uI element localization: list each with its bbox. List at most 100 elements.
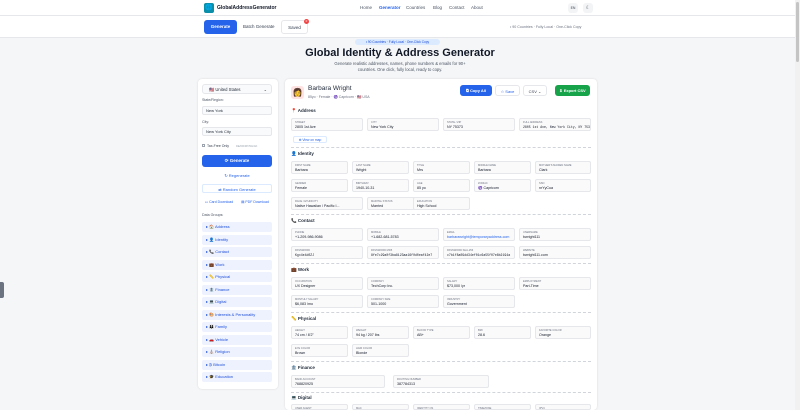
generate-button-label: Generate	[229, 158, 250, 163]
field-street[interactable]: Street 2805 1st Ave	[291, 118, 363, 131]
field-race[interactable]: Race / Ethnicity Native Hawaiian / Pacifi…	[291, 197, 363, 210]
field-blood-type[interactable]: Blood Type AB+	[413, 326, 470, 339]
regenerate-button[interactable]: ↻ Regenerate	[202, 171, 272, 180]
section-identity-title: 👤 Identity	[291, 151, 314, 157]
group-contact[interactable]: ▸ 📞 Contact	[202, 247, 272, 257]
side-feedback-tab[interactable]	[0, 282, 4, 298]
copy-all-button[interactable]: ⧉ Copy All	[460, 85, 492, 96]
group-interests[interactable]: ▸ 🎨 Interests & Personality	[202, 310, 272, 320]
checkbox-box[interactable]	[202, 144, 205, 147]
csv-format-select[interactable]: CSV ⌄	[523, 85, 547, 96]
section-digital-title: 💻 Digital	[291, 395, 312, 401]
graduation-cap-icon: 🎓	[209, 374, 215, 379]
field-bmi[interactable]: BMI 28.6	[474, 326, 531, 339]
field-birthday[interactable]: Birthday 1940-10-31	[352, 179, 409, 192]
nav-about[interactable]: About	[471, 5, 483, 10]
nav-contact[interactable]: Contact	[449, 5, 465, 10]
field-email[interactable]: Email barbarawright@temporaryaddress.com	[443, 228, 515, 241]
country-value: United States	[215, 87, 241, 92]
group-work[interactable]: ▸ 💼 Work	[202, 260, 272, 270]
nav-blog[interactable]: Blog	[433, 5, 442, 10]
field-label: Zodiac	[478, 181, 488, 185]
field-education[interactable]: Education High School	[413, 197, 470, 210]
language-switch[interactable]: EN	[568, 3, 578, 13]
field-gender[interactable]: Gender Female	[291, 179, 348, 192]
field-eye-color[interactable]: Eye Color Brown	[291, 344, 348, 357]
group-digital[interactable]: ▸ 💻 Digital	[202, 297, 272, 307]
field-occupation[interactable]: Occupation UX Designer	[291, 277, 363, 290]
field-full-address[interactable]: Full Address 2805 1st Ave, New York City,…	[519, 118, 591, 131]
field-age[interactable]: Age 85 yo	[413, 179, 470, 192]
field-first-name[interactable]: First Name Barbara	[291, 161, 348, 174]
save-button[interactable]: ☆ Save	[495, 85, 520, 96]
field-company[interactable]: Company TechCorp Inc.	[367, 277, 439, 290]
nav-generator[interactable]: Generator	[379, 5, 401, 10]
field-middle-name[interactable]: Middle Name Barbara	[474, 161, 531, 174]
group-label: Education	[215, 374, 234, 379]
group-religion[interactable]: ▸ ⛪ Religion	[202, 347, 272, 357]
pdf-download-button[interactable]: ▤ PDF Download	[238, 198, 272, 206]
field-salary[interactable]: Salary $73,000 /yr	[443, 277, 515, 290]
field-state-zip[interactable]: State / ZIP NY 75373	[443, 118, 515, 131]
card-download-button[interactable]: ▭ Card Download	[202, 198, 236, 206]
field-company-size[interactable]: Company Size 501-1000	[367, 295, 439, 308]
generate-tab-button[interactable]: Generate	[204, 20, 237, 34]
field-zodiac[interactable]: Zodiac ♑ Capricorn	[474, 179, 531, 192]
field-phone[interactable]: Phone +1-209-986-9086	[291, 228, 363, 241]
field-title[interactable]: Title Mrs	[413, 161, 470, 174]
state-input[interactable]: New York	[202, 106, 272, 115]
scrollbar-thumb[interactable]	[796, 2, 799, 62]
field-mac[interactable]: MAC	[352, 404, 409, 410]
field-user-agent[interactable]: User Agent	[291, 404, 348, 410]
field-mothers-maiden-name[interactable]: Mother's Maiden Name Clark	[535, 161, 591, 174]
group-vehicle[interactable]: ▸ 🚗 Vehicle	[202, 335, 272, 345]
section-title-text: Digital	[297, 395, 312, 400]
group-identity[interactable]: ▸ 👤 Identity	[202, 235, 272, 245]
field-ssn[interactable]: SSN nrYyCua	[535, 179, 591, 192]
field-ipv4[interactable]: IPv4	[535, 404, 591, 410]
field-username[interactable]: Username bwright111	[519, 228, 591, 241]
field-mobile[interactable]: Mobile +1-682-681-5783	[367, 228, 439, 241]
group-bitcoin[interactable]: ▸ ₿ Bitcoin	[202, 360, 272, 370]
nav-home[interactable]: Home	[360, 5, 372, 10]
group-address[interactable]: ▸ 🏠 Address	[202, 222, 272, 232]
field-password-md5[interactable]: Password MD5 8fe7c29a0f3ba8123aa16f0d0eaf…	[367, 246, 439, 259]
field-value: 85 yo	[417, 186, 426, 190]
group-physical[interactable]: ▸ 📏 Physical	[202, 272, 272, 282]
field-website[interactable]: Website bwright111.com	[519, 246, 591, 259]
generate-button[interactable]: ⟳ Generate	[202, 155, 272, 167]
city-input[interactable]: New York City	[202, 127, 272, 136]
field-monthly-salary[interactable]: Monthly Salary $6,083 /mo	[291, 295, 363, 308]
field-label: Race / Ethnicity	[295, 199, 319, 203]
field-favorite-color[interactable]: Favorite Color Orange	[535, 326, 591, 339]
tax-free-checkbox[interactable]: Tax-Free Only DE/OR/MT/NH/AK	[202, 144, 257, 148]
field-routing-number[interactable]: Routing Number 387784313	[393, 375, 489, 388]
field-height[interactable]: Height 74 cm / 8'2"	[291, 326, 348, 339]
divider	[291, 147, 591, 148]
field-last-name[interactable]: Last Name Wright	[352, 161, 409, 174]
export-csv-button[interactable]: ⬇ Export CSV	[555, 85, 590, 96]
field-identity-os[interactable]: Identity OS	[413, 404, 470, 410]
field-timezone[interactable]: Timezone	[474, 404, 531, 410]
brand-name[interactable]: GlobalAddressGenerator	[217, 5, 276, 11]
view-on-map-button[interactable]: ⊕ View on map	[293, 136, 327, 143]
field-hair-color[interactable]: Hair Color Blonde	[352, 344, 409, 357]
nav-countries[interactable]: Countries	[406, 5, 425, 10]
field-city[interactable]: City New York City	[367, 118, 439, 131]
batch-generate-tab[interactable]: Batch Generate	[243, 24, 275, 29]
field-password[interactable]: Password Kgx4e4d0ZJ	[291, 246, 363, 259]
chevron-down-icon: ⌄	[538, 89, 542, 94]
group-education[interactable]: ▸ 🎓 Education	[202, 372, 272, 382]
group-finance[interactable]: ▸ 🏦 Finance	[202, 285, 272, 295]
country-select[interactable]: 🇺🇸 United States ⌄	[202, 84, 272, 94]
field-employment[interactable]: Employment Part-Time	[519, 277, 591, 290]
random-generate-button[interactable]: ⇄ Random Generate	[202, 184, 272, 193]
moon-icon[interactable]: ☾	[583, 3, 593, 13]
globe-icon[interactable]: 🌐	[204, 3, 214, 13]
field-label: Monthly Salary	[295, 297, 319, 301]
group-family[interactable]: ▸ 👪 Family	[202, 322, 272, 332]
field-weight[interactable]: Weight 94 kg / 207 lbs	[352, 326, 409, 339]
field-industry[interactable]: Industry Government	[443, 295, 515, 308]
field-bank-account[interactable]: Bank Account 768820925	[291, 375, 385, 388]
field-password-sha256[interactable]: Password SHA-256 c7b1f8a09dd34ef01c6a55f0…	[443, 246, 515, 259]
